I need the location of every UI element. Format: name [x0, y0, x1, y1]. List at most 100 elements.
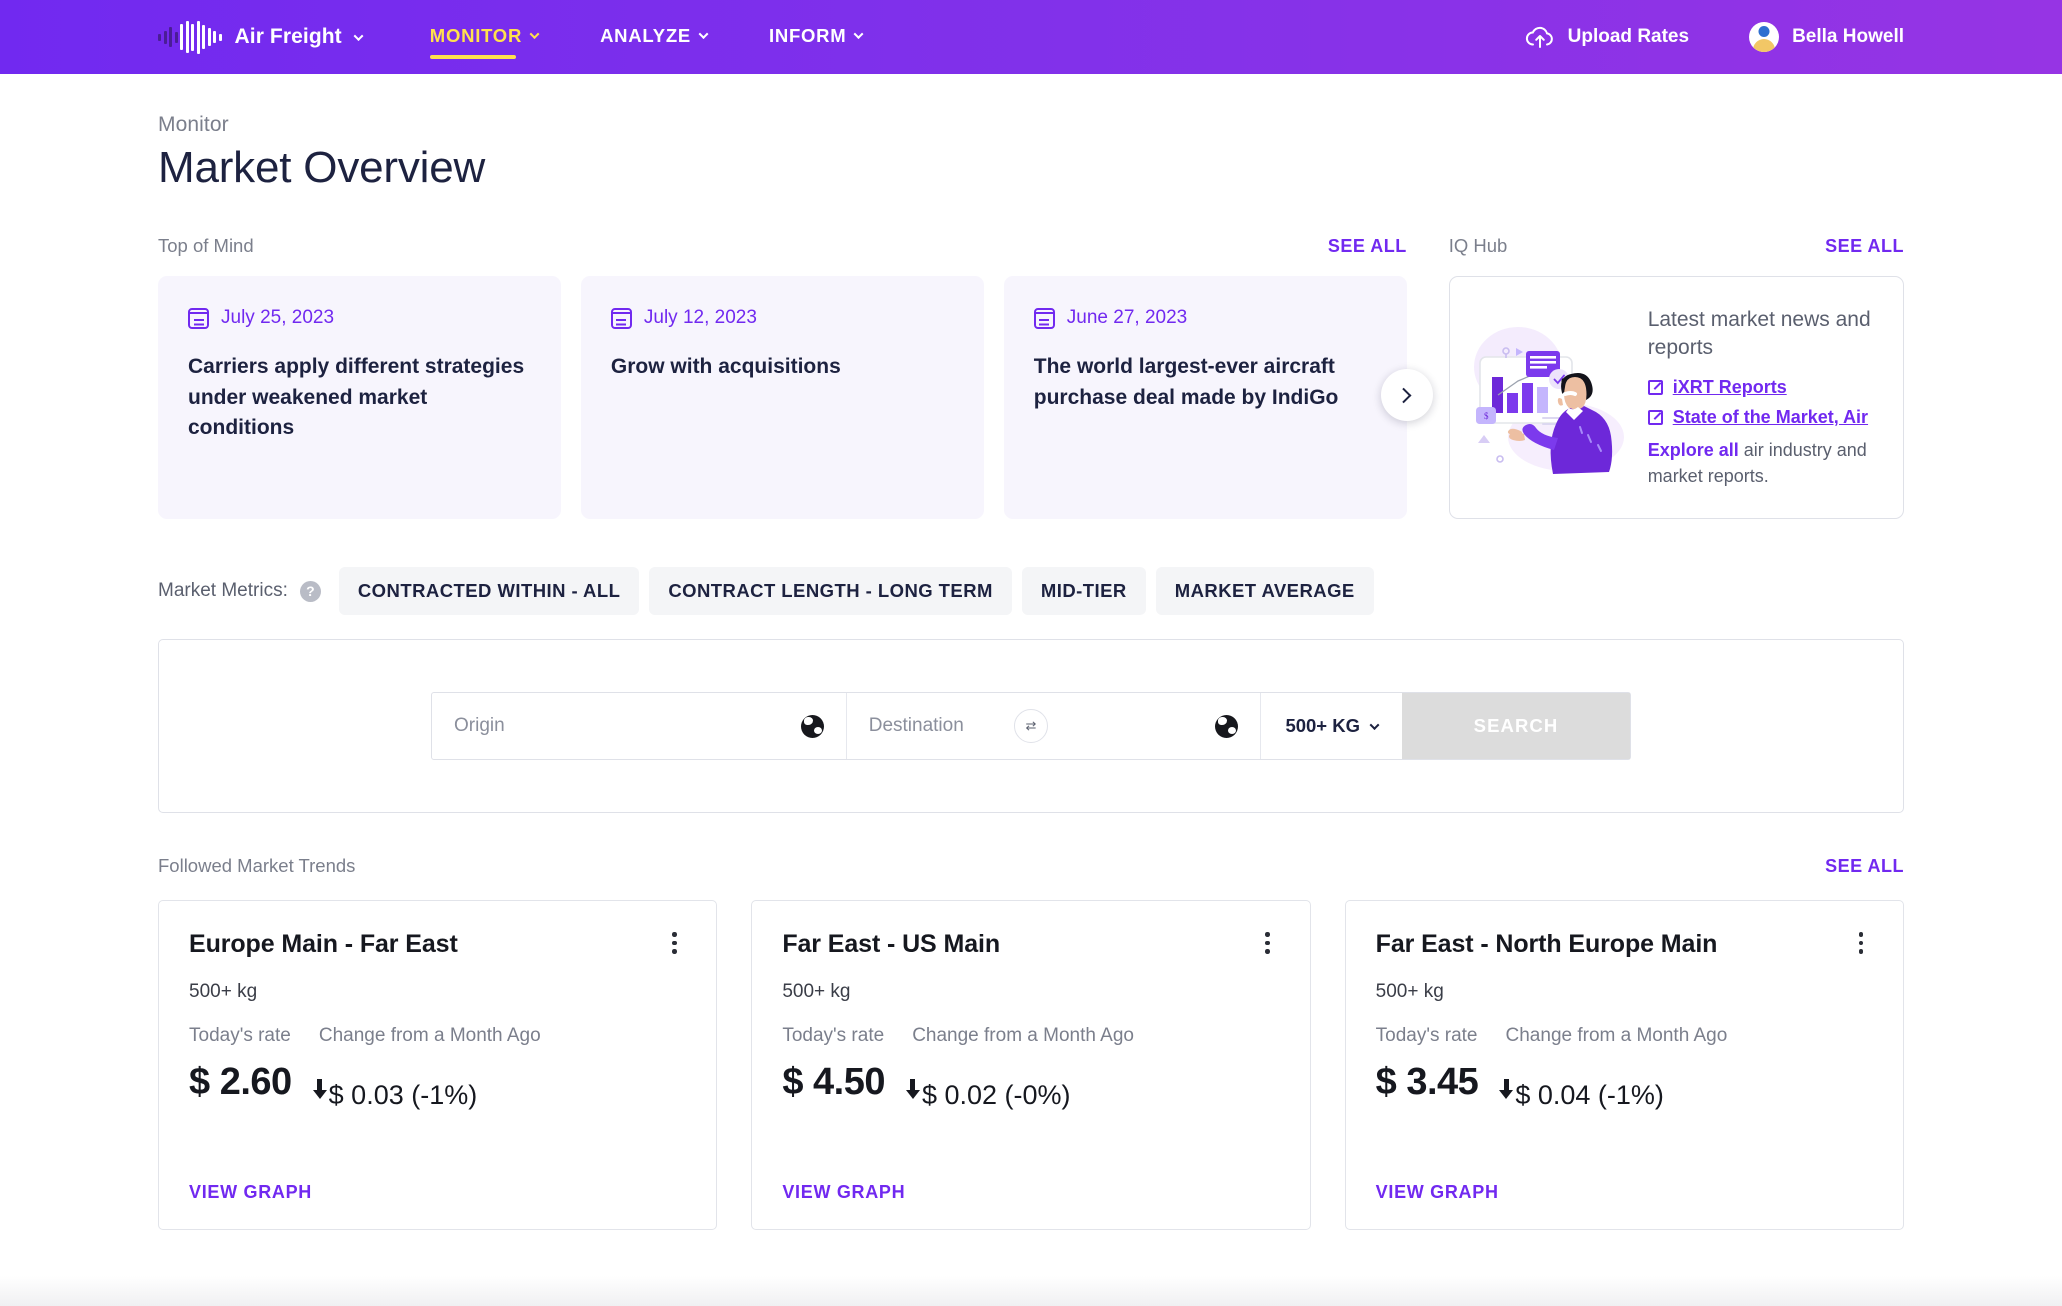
globe-icon[interactable] [800, 714, 824, 738]
trend-card-values: $ 3.45 $ 0.04 (-1%) [1376, 1061, 1873, 1111]
news-card-date: July 25, 2023 [221, 307, 335, 328]
brand-logo[interactable]: Air Freight [158, 20, 364, 54]
chevron-down-icon [1369, 719, 1380, 730]
news-card[interactable]: June 27, 2023 The world largest-ever air… [1003, 276, 1407, 519]
nav-item-analyze[interactable]: ANALYZE [600, 24, 709, 50]
market-metrics-row: Market Metrics: ? CONTRACTED WITHIN - AL… [158, 567, 1904, 615]
iq-hub-section: IQ Hub SEE ALL $ Latest market news and … [1448, 193, 1904, 519]
nav-left-group: Air Freight MONITOR ANALYZE INFORM [158, 20, 924, 59]
trend-card-weight: 500+ kg [782, 981, 851, 1002]
trend-card: Europe Main - Far East 500+ kg Today's r… [158, 900, 718, 1230]
trend-card-column-headers: Today's rate Change from a Month Ago [189, 1025, 686, 1047]
news-card-title: Grow with acquisitions [610, 355, 841, 378]
explore-all-link[interactable]: Explore all [1648, 440, 1739, 460]
followed-trends-header: Followed Market Trends SEE ALL [158, 855, 1904, 877]
iq-hub-explore-text: Explore all air industry and market repo… [1648, 437, 1887, 489]
external-link-icon [1647, 379, 1663, 395]
origin-field[interactable] [432, 693, 846, 759]
trend-col-change-label: Change from a Month Ago [1505, 1025, 1728, 1046]
cloud-upload-icon [1525, 26, 1553, 48]
calendar-icon [610, 307, 632, 329]
iq-hub-see-all-link[interactable]: SEE ALL [1825, 236, 1904, 257]
search-panel: ⇄ 500+ KG SEARCH [158, 639, 1904, 813]
search-button[interactable]: SEARCH [1402, 693, 1630, 759]
metric-pill-contract-length[interactable]: CONTRACT LENGTH - LONG TERM [649, 567, 1012, 615]
iq-hub-link-ixrt-reports[interactable]: iXRT Reports [1647, 376, 1887, 398]
trend-col-change-label: Change from a Month Ago [912, 1025, 1134, 1046]
view-graph-link[interactable]: VIEW GRAPH [782, 1182, 1279, 1203]
nav-item-inform[interactable]: INFORM [768, 24, 864, 50]
followed-trends-see-all-link[interactable]: SEE ALL [1825, 856, 1904, 877]
trend-card-weight: 500+ kg [1375, 981, 1444, 1002]
help-icon[interactable]: ? [299, 580, 321, 602]
trend-card-rate: $ 3.45 [1375, 1061, 1479, 1103]
trend-card-list: Europe Main - Far East 500+ kg Today's r… [158, 900, 1904, 1230]
external-link-icon [1647, 409, 1663, 425]
metric-pill-market-average[interactable]: MARKET AVERAGE [1155, 567, 1374, 615]
iq-hub-link-label: iXRT Reports [1672, 376, 1787, 397]
trend-card-name: Europe Main - Far East [189, 930, 458, 958]
chevron-down-icon [854, 29, 864, 40]
swap-origin-destination-button[interactable]: ⇄ [1014, 709, 1048, 743]
trend-card-column-headers: Today's rate Change from a Month Ago [782, 1025, 1279, 1047]
more-options-icon[interactable] [1849, 930, 1873, 956]
globe-icon[interactable] [1215, 714, 1239, 738]
view-graph-link[interactable]: VIEW GRAPH [1376, 1182, 1873, 1203]
iq-hub-link-label: State of the Market, Air [1672, 406, 1869, 427]
carousel-next-button[interactable] [1380, 369, 1433, 421]
trend-card-column-headers: Today's rate Change from a Month Ago [1376, 1025, 1873, 1047]
top-section-row: Top of Mind SEE ALL July 25, 2023 Carrie… [158, 193, 1904, 519]
news-card[interactable]: July 12, 2023 Grow with acquisitions [580, 276, 984, 519]
more-options-icon[interactable] [1256, 930, 1280, 956]
news-card-list: July 25, 2023 Carriers apply different s… [158, 276, 1407, 519]
news-card[interactable]: July 25, 2023 Carriers apply different s… [158, 276, 561, 519]
trend-card-values: $ 4.50 $ 0.02 (-0%) [782, 1061, 1279, 1111]
page-bottom-fade [0, 1276, 2062, 1306]
iq-hub-link-state-of-market[interactable]: State of the Market, Air [1647, 406, 1887, 428]
chevron-down-icon[interactable] [353, 30, 364, 41]
view-graph-link[interactable]: VIEW GRAPH [189, 1182, 686, 1203]
market-metrics-label: Market Metrics: [158, 580, 288, 601]
brand-label: Air Freight [234, 25, 342, 48]
news-card-date: June 27, 2023 [1066, 307, 1188, 328]
top-of-mind-see-all-link[interactable]: SEE ALL [1328, 236, 1407, 257]
trend-card-name: Far East - North Europe Main [1375, 930, 1718, 958]
news-card-date-row: June 27, 2023 [1033, 307, 1377, 329]
breadcrumb: Monitor [158, 113, 229, 136]
more-options-icon[interactable] [662, 930, 686, 956]
analytics-person-illustration: $ [1473, 327, 1624, 474]
calendar-icon [1033, 307, 1055, 329]
destination-field[interactable] [845, 693, 1261, 759]
soundwave-logo-icon [158, 20, 222, 54]
calendar-icon [188, 307, 209, 329]
search-bar: ⇄ 500+ KG SEARCH [431, 692, 1631, 760]
origin-input[interactable] [454, 715, 801, 737]
chevron-down-icon [698, 29, 709, 40]
nav-item-monitor[interactable]: MONITOR [429, 24, 540, 59]
trend-card-change-value: $ 0.03 (-1%) [328, 1080, 478, 1110]
user-menu[interactable]: Bella Howell [1749, 22, 1904, 52]
page-content: Monitor Market Overview Top of Mind SEE … [0, 113, 2062, 1230]
nav-item-inform-label: INFORM [768, 24, 847, 46]
trend-card-top: Far East - North Europe Main [1376, 930, 1873, 959]
metric-pill-contracted-within[interactable]: CONTRACTED WITHIN - ALL [338, 567, 640, 615]
top-navigation-bar: Air Freight MONITOR ANALYZE INFORM Uploa… [0, 0, 2062, 74]
upload-rates-label: Upload Rates [1567, 26, 1690, 47]
trend-card-change: $ 0.02 (-0%) [905, 1079, 1071, 1111]
trend-card-change: $ 0.03 (-1%) [312, 1079, 478, 1111]
iq-hub-text-block: Latest market news and reports iXRT Repo… [1647, 306, 1887, 489]
top-of-mind-label: Top of Mind [158, 235, 254, 256]
trend-card-change: $ 0.04 (-1%) [1499, 1079, 1664, 1111]
nav-item-monitor-label: MONITOR [429, 24, 523, 46]
metric-pill-mid-tier[interactable]: MID-TIER [1021, 567, 1146, 615]
iq-hub-label: IQ Hub [1448, 235, 1508, 256]
trend-card-weight: 500+ kg [189, 981, 258, 1002]
followed-trends-label: Followed Market Trends [158, 855, 356, 876]
weight-select[interactable]: 500+ KG [1260, 693, 1402, 759]
nav-item-analyze-label: ANALYZE [600, 24, 691, 46]
trend-card-change-value: $ 0.02 (-0%) [921, 1080, 1071, 1110]
weight-select-value: 500+ KG [1285, 715, 1360, 736]
upload-rates-button[interactable]: Upload Rates [1525, 25, 1689, 49]
trend-col-change-label: Change from a Month Ago [318, 1025, 541, 1046]
trend-card: Far East - North Europe Main 500+ kg Tod… [1344, 900, 1904, 1230]
